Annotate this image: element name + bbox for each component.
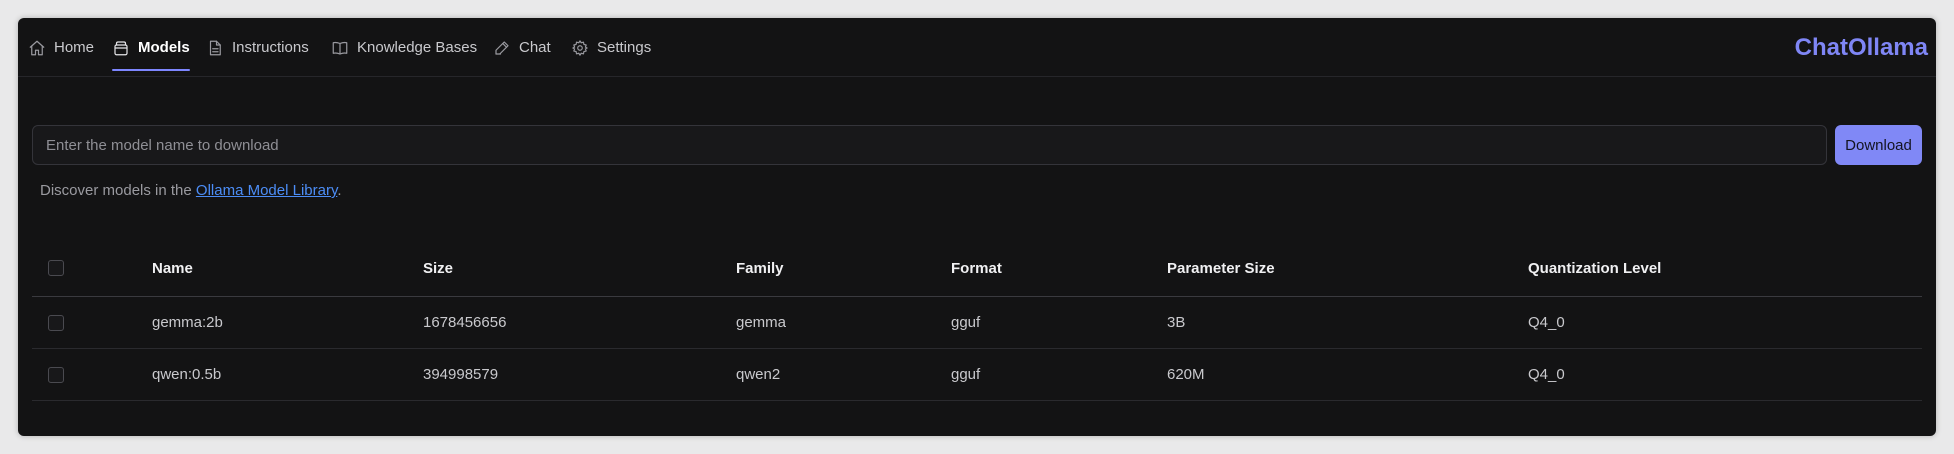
column-header-format[interactable]: Format (951, 240, 1002, 296)
row-select-cell (48, 349, 64, 400)
model-family-cell: qwen2 (736, 366, 781, 383)
home-icon (29, 40, 45, 55)
column-header-quantization-level[interactable]: Quantization Level (1528, 240, 1661, 296)
model-name-cell: gemma:2b (152, 314, 223, 331)
discover-text: Discover models in the Ollama Model Libr… (40, 182, 342, 199)
brand-logo[interactable]: ChatOllama (1795, 18, 1928, 77)
model-parameter-size-cell: 3B (1167, 314, 1186, 331)
nav-settings[interactable]: Settings (571, 18, 651, 77)
model-size-cell: 1678456656 (423, 314, 507, 331)
gear-icon (572, 39, 588, 56)
download-button[interactable]: Download (1835, 125, 1922, 165)
row-select-cell (48, 297, 64, 348)
edit-icon (495, 40, 509, 55)
nav-chat[interactable]: Chat (493, 18, 551, 77)
nav-home[interactable]: Home (28, 18, 94, 77)
column-header-size[interactable]: Size (423, 240, 453, 296)
nav-models-label: Models (138, 39, 190, 56)
model-quantization-cell: Q4_0 (1528, 314, 1565, 331)
nav-settings-label: Settings (597, 39, 652, 56)
column-header-name[interactable]: Name (152, 240, 193, 296)
select-all-cell (48, 240, 64, 296)
table-header-row: Name Size Family Format Parameter Size Q… (32, 240, 1922, 297)
nav-home-label: Home (54, 39, 95, 56)
models-table: Name Size Family Format Parameter Size Q… (32, 240, 1922, 401)
model-format-cell: gguf (951, 366, 981, 383)
table-row[interactable]: gemma:2b 1678456656 gemma gguf 3B Q4_0 (32, 297, 1922, 349)
discover-prefix: Discover models in the (40, 182, 196, 199)
book-icon (332, 41, 348, 55)
ollama-library-link[interactable]: Ollama Model Library (196, 182, 337, 199)
top-nav: Home Models Instructions Knowledge Bases… (18, 18, 1936, 77)
model-parameter-size-cell: 620M (1167, 366, 1205, 383)
model-format-cell: gguf (951, 314, 981, 331)
select-all-checkbox[interactable] (48, 260, 64, 276)
model-family-cell: gemma (736, 314, 787, 331)
models-icon (114, 40, 128, 55)
nav-instructions[interactable]: Instructions (206, 18, 309, 77)
nav-knowledge-bases[interactable]: Knowledge Bases (331, 18, 477, 77)
model-name-cell: qwen:0.5b (152, 366, 222, 383)
nav-knowledge-bases-label: Knowledge Bases (357, 39, 478, 56)
column-header-parameter-size[interactable]: Parameter Size (1167, 240, 1275, 296)
table-row[interactable]: qwen:0.5b 394998579 qwen2 gguf 620M Q4_0 (32, 349, 1922, 401)
model-name-input[interactable] (32, 125, 1827, 165)
row-checkbox[interactable] (48, 366, 64, 383)
nav-models[interactable]: Models (112, 18, 190, 77)
discover-suffix: . (337, 182, 342, 199)
column-header-family[interactable]: Family (736, 240, 784, 296)
model-size-cell: 394998579 (423, 366, 499, 383)
nav-chat-label: Chat (519, 39, 551, 56)
app-window: Home Models Instructions Knowledge Bases… (18, 18, 1936, 436)
row-checkbox[interactable] (48, 314, 64, 331)
nav-instructions-label: Instructions (232, 39, 309, 56)
document-icon (209, 40, 221, 55)
model-quantization-cell: Q4_0 (1528, 366, 1565, 383)
